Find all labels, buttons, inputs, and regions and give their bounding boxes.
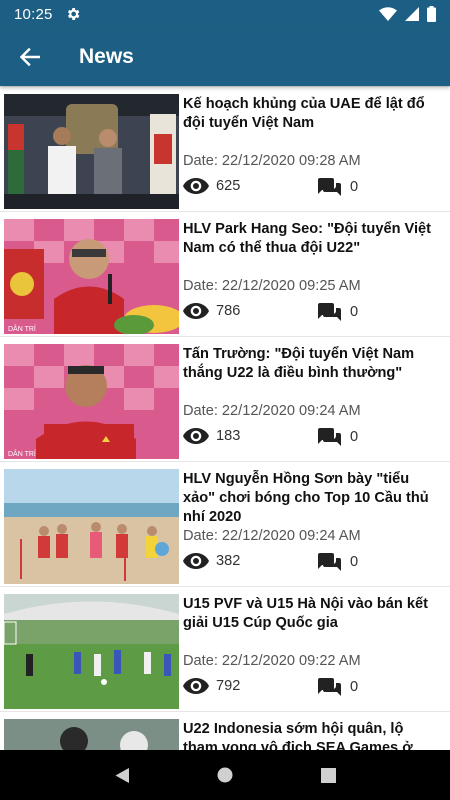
views-number: 625 [216,178,241,194]
svg-text:DÂN TRÍ: DÂN TRÍ [8,449,36,458]
comments-number: 0 [350,179,359,195]
arrow-left-icon [20,48,40,66]
views-number: 183 [216,428,241,444]
news-date: Date: 22/12/2020 09:24 AM [183,528,361,544]
gear-icon [67,8,79,20]
app-bar: News [0,28,450,86]
news-thumbnail: DÂN TRÍ [4,344,179,459]
comments-count: 0 [316,178,358,196]
views-count: 382 [183,553,240,569]
system-nav-bar [0,750,450,800]
news-title[interactable]: U22 Indonesia sớm hội quân, lộ tham vọng… [183,720,442,750]
comment-icon [318,553,341,571]
views-count: 625 [183,178,240,194]
news-date: Date: 22/12/2020 09:25 AM [183,278,361,294]
battery-icon [427,6,436,22]
news-item[interactable]: U22 Indonesia sớm hội quân, lộ tham vọng… [0,711,450,750]
news-item[interactable]: DÂN TRÍ Tấn Trường: "Đội tuyển Việt Nam … [0,336,450,461]
news-title[interactable]: U15 PVF và U15 Hà Nội vào bán kết giải U… [183,595,442,633]
news-thumbnail [4,94,179,209]
views-count: 786 [183,303,240,319]
comments-count: 0 [316,553,358,571]
news-title[interactable]: HLV Park Hang Seo: "Đội tuyển Việt Nam c… [183,220,442,258]
comments-count: 0 [316,303,358,321]
comments-count: 0 [316,428,358,446]
status-time: 10:25 [14,5,53,23]
news-date: Date: 22/12/2020 09:24 AM [183,403,361,419]
comment-icon [318,678,341,696]
back-button[interactable] [0,28,60,86]
news-date: Date: 22/12/2020 09:28 AM [183,153,361,169]
eye-icon [183,678,209,694]
comments-number: 0 [350,679,359,695]
comments-number: 0 [350,304,359,320]
news-thumbnail [4,594,179,709]
news-thumbnail [4,469,179,584]
wifi-icon [379,7,397,21]
views-number: 382 [216,553,241,569]
square-recents-icon[interactable] [321,767,337,783]
eye-icon [183,553,209,569]
views-number: 792 [216,678,241,694]
eye-icon [183,303,209,319]
news-item[interactable]: DÂN TRÍ HLV Park Hang Seo: "Đội tuyển Vi… [0,211,450,336]
news-date: Date: 22/12/2020 09:22 AM [183,653,361,669]
status-bar: 10:25 [0,0,450,28]
comment-icon [318,303,341,321]
comment-icon [318,428,341,446]
triangle-back-icon[interactable] [114,767,130,784]
news-thumbnail: DÂN TRÍ [4,219,179,334]
circle-home-icon[interactable] [217,767,233,783]
news-list[interactable]: Kế hoạch khủng của UAE để lật đổ đội tuy… [0,86,450,750]
news-item[interactable]: HLV Nguyễn Hồng Sơn bày "tiểu xảo" chơi … [0,461,450,586]
news-title[interactable]: Tấn Trường: "Đội tuyển Việt Nam thắng U2… [183,345,442,383]
eye-icon [183,178,209,194]
views-count: 792 [183,678,240,694]
news-item[interactable]: Kế hoạch khủng của UAE để lật đổ đội tuy… [0,86,450,211]
svg-text:DÂN TRÍ: DÂN TRÍ [8,324,36,333]
signal-icon [405,7,419,21]
news-thumbnail [4,719,179,750]
news-title[interactable]: HLV Nguyễn Hồng Sơn bày "tiểu xảo" chơi … [183,470,442,527]
comment-icon [318,178,341,196]
views-count: 183 [183,428,240,444]
page-title: News [79,45,134,68]
eye-icon [183,428,209,444]
news-item[interactable]: U15 PVF và U15 Hà Nội vào bán kết giải U… [0,586,450,711]
views-number: 786 [216,303,241,319]
comments-number: 0 [350,429,359,445]
comments-count: 0 [316,678,358,696]
news-title[interactable]: Kế hoạch khủng của UAE để lật đổ đội tuy… [183,95,442,133]
comments-number: 0 [350,554,359,570]
